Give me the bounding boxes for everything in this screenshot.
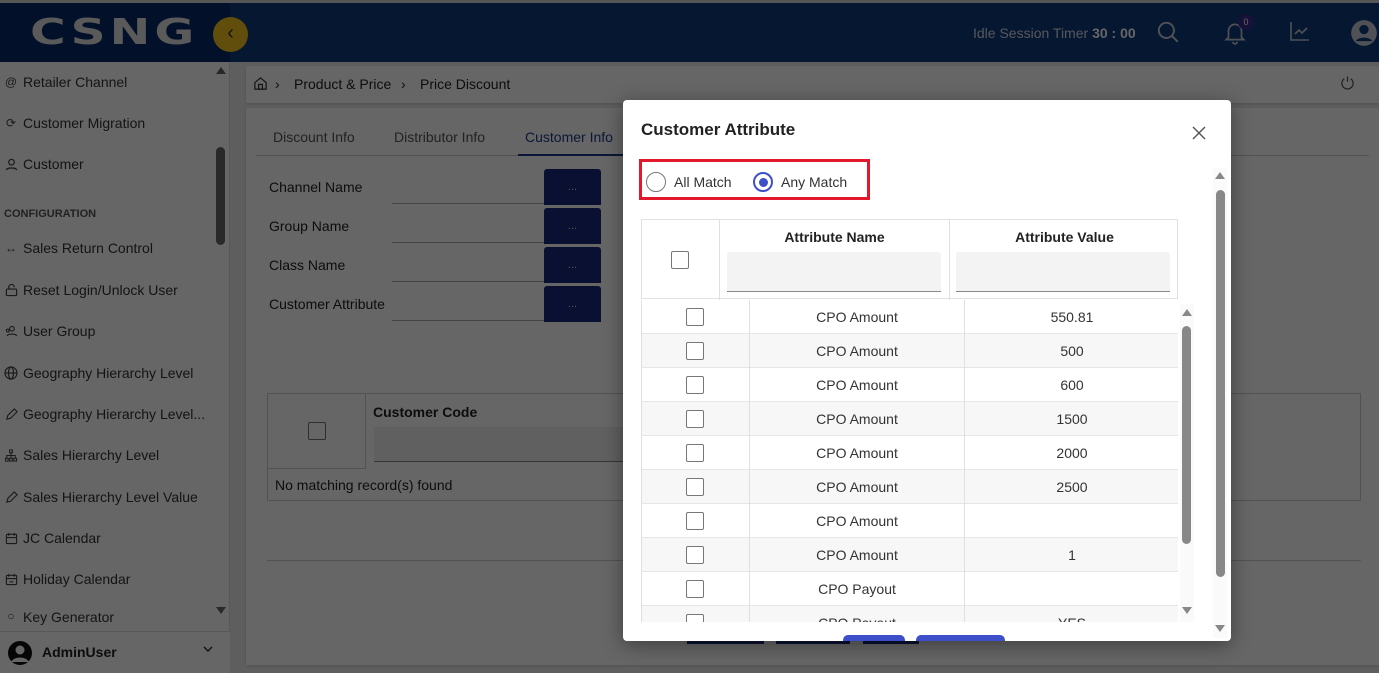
- modal-footer-button-1[interactable]: [843, 635, 905, 641]
- attribute-name-cell: CPO Amount: [816, 309, 898, 325]
- attribute-value-cell: 1: [1068, 547, 1076, 563]
- match-mode-group: All Match Any Match: [639, 159, 870, 200]
- column-separator: [964, 504, 965, 538]
- row-checkbox[interactable]: [686, 546, 704, 564]
- attribute-row[interactable]: CPO Amount 1: [642, 538, 1178, 572]
- attribute-value-cell: 2000: [1056, 445, 1088, 461]
- attribute-value-cell: 1500: [1056, 411, 1088, 427]
- select-all-attributes-checkbox[interactable]: [671, 251, 689, 269]
- attribute-row[interactable]: CPO Amount 2500: [642, 470, 1178, 504]
- attribute-value-cell: 550.81: [1050, 309, 1094, 325]
- any-match-label[interactable]: Any Match: [781, 174, 847, 190]
- all-match-radio[interactable]: [646, 172, 666, 192]
- attribute-row[interactable]: CPO PayoutYES: [642, 606, 1178, 622]
- attribute-row[interactable]: CPO Amount 500: [642, 334, 1178, 368]
- row-checkbox[interactable]: [686, 376, 704, 394]
- any-match-radio[interactable]: [753, 172, 773, 192]
- attribute-row[interactable]: CPO Amount 550.81: [642, 300, 1178, 334]
- row-checkbox[interactable]: [686, 308, 704, 326]
- modal-scrollbar[interactable]: [1213, 168, 1227, 638]
- attribute-row[interactable]: CPO Amount 2000: [642, 436, 1178, 470]
- attribute-row[interactable]: CPO Amount 1500: [642, 402, 1178, 436]
- modal-scroll-thumb[interactable]: [1216, 190, 1225, 577]
- row-checkbox[interactable]: [686, 614, 704, 622]
- attribute-name-cell: CPO Amount: [816, 547, 898, 563]
- attribute-table-body: CPO Amount 550.81 CPO Amount 500 CPO Amount 6…: [641, 300, 1178, 622]
- attribute-name-cell: CPO Amount: [816, 513, 898, 529]
- row-checkbox[interactable]: [686, 512, 704, 530]
- attribute-value-cell: YES: [965, 615, 1178, 622]
- attribute-row[interactable]: CPO Amount 600: [642, 368, 1178, 402]
- row-checkbox[interactable]: [686, 580, 704, 598]
- attribute-value-cell: 500: [1060, 343, 1084, 359]
- attribute-value-cell: 600: [1060, 377, 1084, 393]
- attribute-name-cell: CPO Amount: [816, 445, 898, 461]
- attribute-value-cell: 2500: [1056, 479, 1088, 495]
- customer-attribute-modal: Customer Attribute All Match Any Match A…: [623, 100, 1231, 641]
- attribute-name-header[interactable]: Attribute Name: [720, 229, 949, 245]
- row-checkbox[interactable]: [686, 444, 704, 462]
- close-icon[interactable]: [1189, 124, 1209, 144]
- table-scrollbar[interactable]: [1180, 304, 1194, 622]
- attribute-name-filter[interactable]: [727, 252, 941, 292]
- modal-footer-button-2[interactable]: [916, 635, 1005, 641]
- attribute-table-header: Attribute Name Attribute Value: [641, 219, 1179, 300]
- attribute-row[interactable]: CPO Payout: [642, 572, 1178, 606]
- attribute-name-cell: CPO Amount: [816, 411, 898, 427]
- table-scroll-up[interactable]: [1182, 309, 1192, 316]
- attribute-value-header[interactable]: Attribute Value: [950, 229, 1179, 245]
- attribute-name-cell: CPO Payout: [818, 581, 896, 597]
- attribute-value-filter[interactable]: [956, 252, 1170, 292]
- modal-scroll-down[interactable]: [1215, 625, 1225, 632]
- attribute-row[interactable]: CPO Amount: [642, 504, 1178, 538]
- row-checkbox[interactable]: [686, 410, 704, 428]
- attribute-name-cell: CPO Amount: [816, 479, 898, 495]
- column-separator: [964, 572, 965, 606]
- table-scroll-thumb[interactable]: [1182, 326, 1191, 544]
- attribute-name-cell: CPO Amount: [816, 343, 898, 359]
- modal-title: Customer Attribute: [641, 120, 796, 139]
- all-match-label[interactable]: All Match: [674, 174, 732, 190]
- attribute-name-cell: CPO Amount: [816, 377, 898, 393]
- row-checkbox[interactable]: [686, 478, 704, 496]
- row-checkbox[interactable]: [686, 342, 704, 360]
- attribute-name-cell: CPO Payout: [750, 615, 964, 622]
- table-scroll-down[interactable]: [1182, 607, 1192, 614]
- modal-scroll-up[interactable]: [1215, 172, 1225, 179]
